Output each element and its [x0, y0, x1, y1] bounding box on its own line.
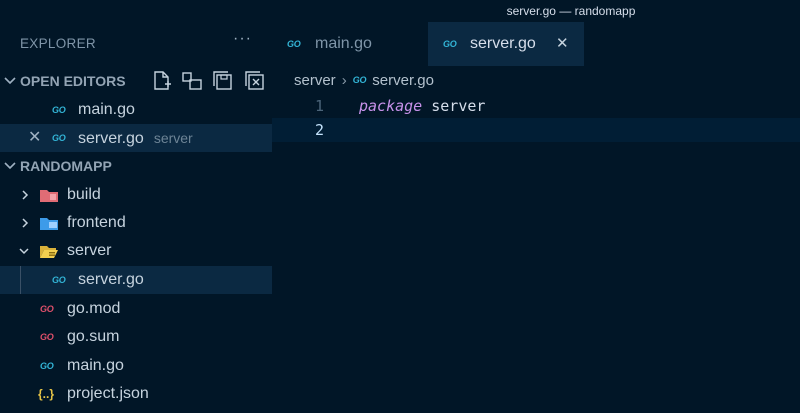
tree-item-main-go[interactable]: GO main.go: [0, 352, 272, 380]
explorer-sidebar: EXPLORER ··· OPEN EDITORS GO main.go ✕ G…: [0, 0, 272, 413]
tree-item-label: project.json: [67, 385, 149, 402]
window-title: server.go — randomapp: [506, 4, 636, 18]
tree-item-label: go.mod: [67, 300, 121, 317]
close-icon[interactable]: ✕: [28, 124, 41, 152]
code-identifier: server: [431, 97, 486, 115]
tab-label: main.go: [315, 35, 372, 52]
tree-item-go-mod[interactable]: GO go.mod: [0, 295, 272, 323]
go-mod-file-icon: GO: [40, 304, 54, 314]
editor-tabs: GO main.go GO server.go ✕: [272, 22, 800, 66]
open-editors-label: OPEN EDITORS: [20, 73, 126, 89]
chevron-right-icon: [22, 190, 29, 200]
chevron-down-icon: [4, 77, 16, 85]
chevron-right-icon: ›: [341, 72, 347, 89]
go-sum-file-icon: GO: [40, 332, 54, 342]
code-line-current: 2: [272, 118, 800, 142]
tree-item-label: main.go: [67, 357, 124, 374]
code-text: package server: [359, 94, 485, 118]
line-number: 2: [314, 121, 324, 139]
save-all-icon[interactable]: [212, 70, 234, 92]
open-editor-name: main.go: [78, 101, 135, 118]
go-file-icon: GO: [40, 361, 54, 371]
code-line: 1 package server: [272, 94, 800, 118]
code-editor[interactable]: 1 package server 2: [272, 92, 800, 413]
new-untitled-file-icon[interactable]: [151, 70, 173, 92]
folder-build-icon: [40, 190, 58, 202]
chevron-right-icon: [22, 218, 29, 228]
tree-item-label: frontend: [67, 214, 126, 231]
open-editor-item-main-go[interactable]: GO main.go: [0, 96, 272, 124]
more-actions-icon[interactable]: ···: [233, 30, 252, 48]
indent-guide: [20, 266, 21, 294]
chevron-down-icon: [4, 162, 16, 170]
tree-item-label: server.go: [78, 271, 144, 288]
go-file-icon: GO: [443, 39, 457, 49]
folder-frontend-icon: [40, 218, 58, 230]
breadcrumb-folder[interactable]: server: [294, 72, 336, 89]
go-file-icon: GO: [287, 39, 301, 49]
open-editor-folder-hint: server: [153, 130, 193, 146]
workspace-label: RANDOMAPP: [20, 158, 112, 174]
tree-item-go-sum[interactable]: GO go.sum: [0, 323, 272, 351]
json-file-icon: {..}: [38, 387, 55, 401]
go-file-icon: GO: [52, 133, 66, 143]
tree-item-server-go[interactable]: GO server.go: [0, 266, 272, 294]
folder-open-server-icon: [40, 246, 58, 258]
tree-item-server[interactable]: server: [0, 237, 272, 265]
tree-item-label: go.sum: [67, 328, 120, 345]
tab-label: server.go: [470, 35, 536, 52]
breadcrumb-file[interactable]: server.go: [372, 72, 434, 89]
tree-item-label: build: [67, 186, 101, 203]
explorer-header: EXPLORER: [20, 36, 96, 51]
tree-item-label: server: [67, 242, 112, 259]
close-icon[interactable]: ✕: [556, 22, 569, 66]
tab-server-go[interactable]: GO server.go ✕: [428, 22, 584, 66]
code-keyword: package: [359, 97, 423, 115]
chevron-down-icon: [19, 248, 29, 255]
tab-main-go[interactable]: GO main.go: [272, 22, 426, 66]
toggle-vertical-icon[interactable]: [181, 70, 203, 92]
line-number: 1: [314, 97, 324, 115]
tree-item-frontend[interactable]: frontend: [0, 209, 272, 237]
go-file-icon: GO: [352, 75, 367, 85]
close-all-editors-icon[interactable]: [244, 70, 266, 92]
breadcrumb: server › GO server.go: [294, 70, 434, 92]
workspace-section[interactable]: RANDOMAPP: [0, 152, 272, 180]
tree-item-build[interactable]: build: [0, 181, 272, 209]
go-file-icon: GO: [52, 105, 66, 115]
open-editor-item-server-go[interactable]: ✕ GO server.go server: [0, 124, 272, 152]
open-editor-name: server.go: [78, 130, 144, 147]
go-file-icon: GO: [52, 275, 66, 285]
tree-item-project-json[interactable]: {..} project.json: [0, 380, 272, 408]
